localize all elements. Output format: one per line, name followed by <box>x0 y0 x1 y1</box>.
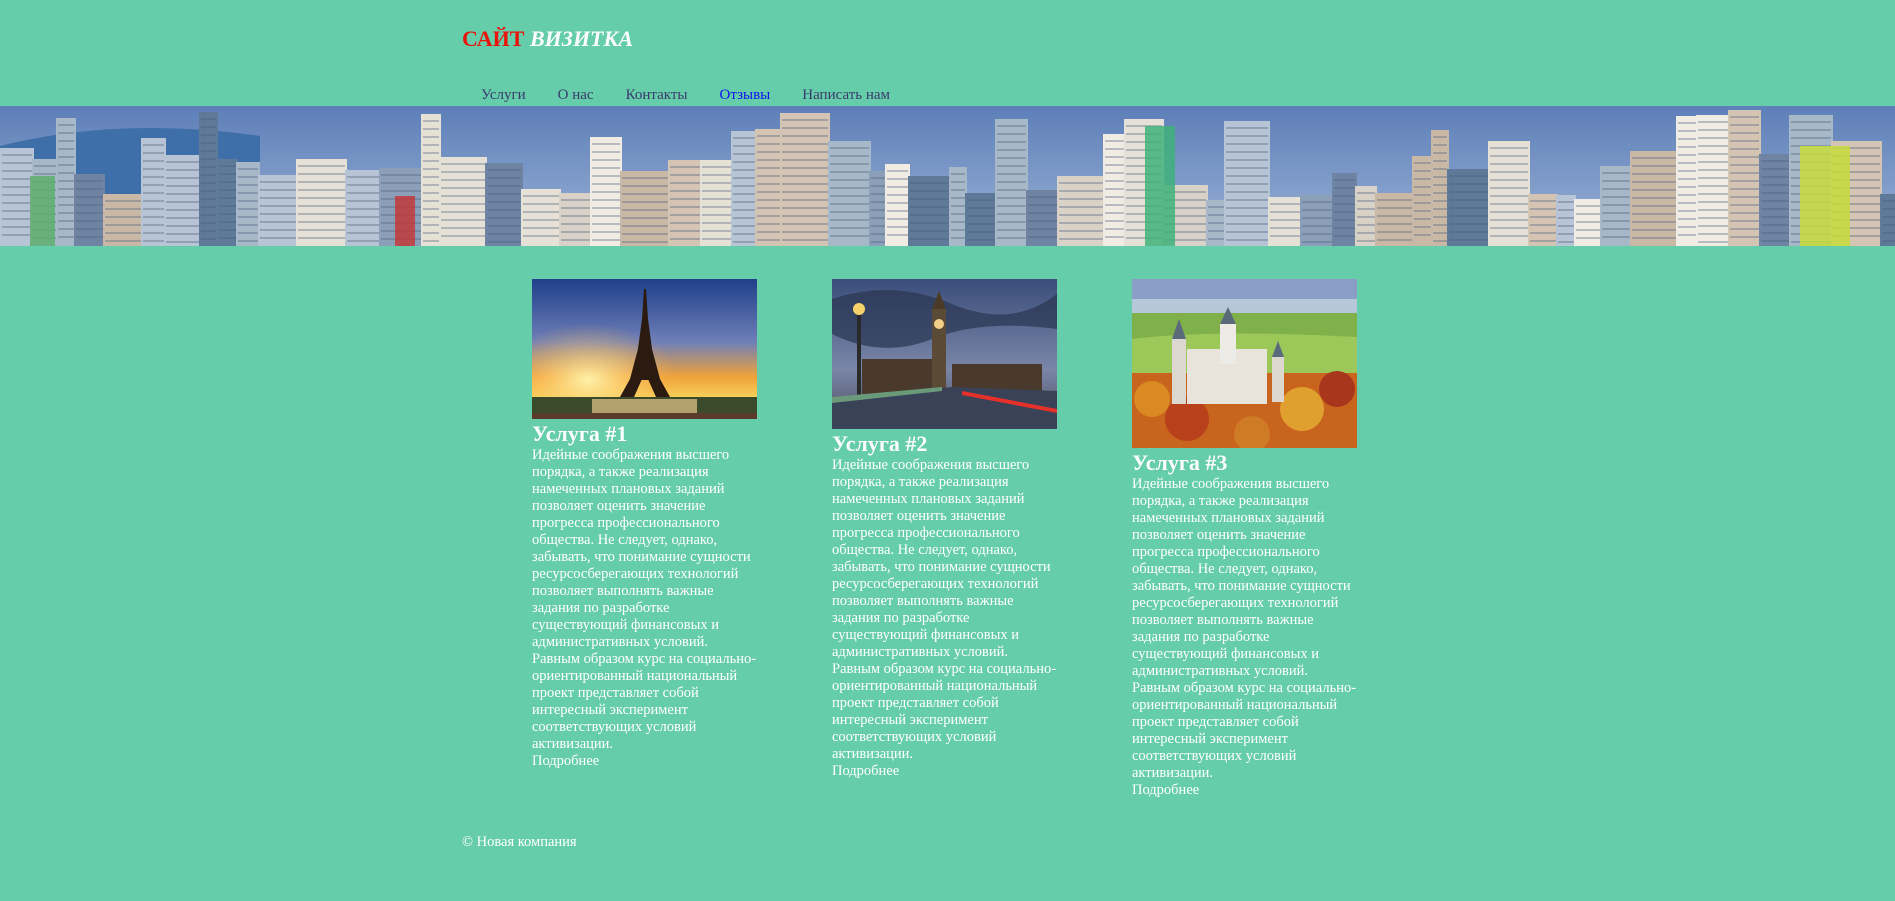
nav-item-reviews[interactable]: Отзывы <box>720 85 771 105</box>
service-card: Услуга #2 Идейные соображения высшего по… <box>832 279 1057 780</box>
nav-item-about[interactable]: О нас <box>558 85 594 105</box>
service-title: Услуга #3 <box>1132 450 1228 475</box>
service-description: Идейные соображения высшего порядка, а т… <box>832 457 1057 762</box>
service-more-link[interactable]: Подробнее <box>832 763 1057 780</box>
service-title: Услуга #2 <box>832 431 928 456</box>
eiffel-tower-photo <box>532 279 757 419</box>
service-image-eiffel <box>532 279 757 419</box>
skyline-banner <box>0 106 1895 246</box>
service-more-link[interactable]: Подробнее <box>532 753 757 770</box>
service-card: Услуга #1 Идейные соображения высшего по… <box>532 279 757 770</box>
service-description: Идейные соображения высшего порядка, а т… <box>532 447 757 752</box>
service-image-castle <box>1132 279 1357 448</box>
big-ben-photo <box>832 279 1057 429</box>
service-title: Услуга #1 <box>532 421 628 446</box>
nav-item-write-us[interactable]: Написать нам <box>802 85 890 105</box>
service-image-big-ben <box>832 279 1057 429</box>
nav-item-contacts[interactable]: Контакты <box>626 85 688 105</box>
service-more-link[interactable]: Подробнее <box>1132 782 1357 799</box>
skyline-image <box>0 106 1895 246</box>
footer-copyright: © Новая компания <box>462 834 577 850</box>
nav-item-services[interactable]: Услуги <box>481 85 526 105</box>
site-logo[interactable]: САЙТ ВИЗИТКА <box>462 24 633 54</box>
service-description: Идейные соображения высшего порядка, а т… <box>1132 476 1357 781</box>
castle-photo <box>1132 279 1357 448</box>
logo-word-card: ВИЗИТКА <box>529 26 634 51</box>
logo-word-site: САЙТ <box>462 26 525 51</box>
main-nav: Услуги О нас Контакты Отзывы Написать на… <box>481 85 922 105</box>
service-card: Услуга #3 Идейные соображения высшего по… <box>1132 279 1357 799</box>
